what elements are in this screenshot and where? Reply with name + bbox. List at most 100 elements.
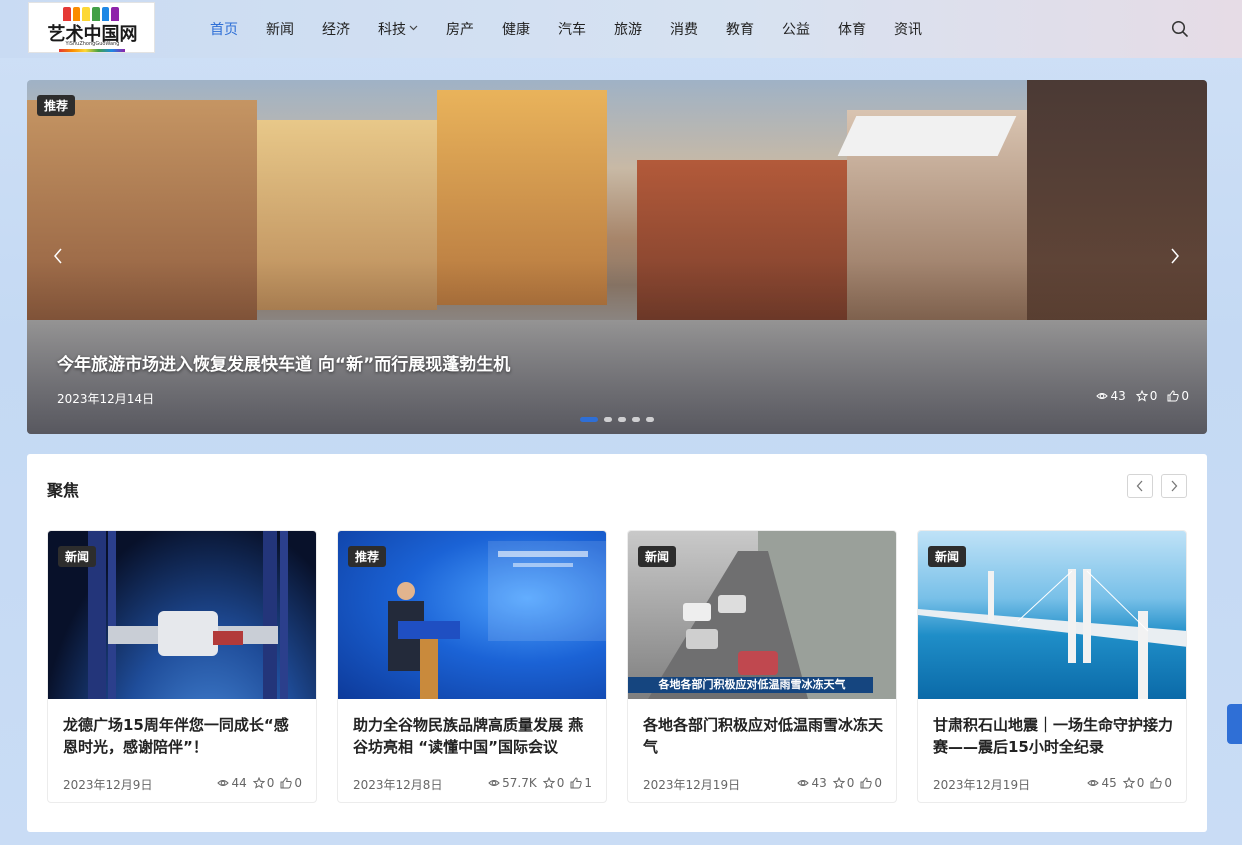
favorites-count: 0 [556,776,565,790]
slider-dots [580,417,654,422]
likes-stat[interactable]: 0 [860,776,882,790]
views-stat: 57.7K [488,776,537,790]
views-stat: 45 [1087,776,1117,790]
logo-stripe [101,7,110,21]
card-badge: 推荐 [348,546,387,567]
search-icon[interactable] [1171,20,1189,38]
nav-item-tech[interactable]: 科技 [364,0,432,58]
thumbs-up-icon [280,777,293,789]
hero-title[interactable]: 今年旅游市场进入恢复发展快车道 向“新”而行展现蓬勃生机 [57,350,510,375]
chevron-down-icon [409,24,418,34]
nav-item-travel[interactable]: 旅游 [600,0,656,58]
views-stat: 43 [797,776,827,790]
nav-label: 健康 [502,22,530,38]
slider-dot[interactable] [604,417,612,422]
favorites-stat[interactable]: 0 [542,776,565,790]
main-nav: 首页 新闻 经济 科技 房产 健康 汽车 旅游 消费 教育 公益 体育 资讯 [196,0,936,58]
card-title[interactable]: 龙德广场15周年伴您一同成长“感恩时光，感谢陪伴”！ [63,714,303,758]
news-card[interactable]: 推荐 助力全谷物民族品牌高质量发展 燕谷坊亮相 “读懂中国”国际会议 2023年… [337,530,607,803]
card-title[interactable]: 甘肃积石山地震｜一场生命守护接力赛——震后15小时全纪录 [933,714,1173,758]
news-card[interactable]: 新闻 龙德广场15周年伴您一同成长“感恩时光，感谢陪伴”！ 2023年12月9日… [47,530,317,803]
nav-item-home[interactable]: 首页 [196,0,252,58]
views-count: 44 [231,776,247,790]
hero-badge: 推荐 [37,95,76,116]
nav-label: 资讯 [894,22,922,38]
nav-label: 新闻 [266,22,294,38]
favorites-count: 0 [1149,389,1158,403]
favorites-count: 0 [1136,776,1145,790]
nav-item-education[interactable]: 教育 [712,0,768,58]
card-stats: 44 0 0 [217,776,302,790]
card-title[interactable]: 各地各部门积极应对低温雨雪冰冻天气 [643,714,883,758]
focus-prev-button[interactable] [1127,474,1153,498]
card-stats: 45 0 0 [1087,776,1172,790]
nav-item-economy[interactable]: 经济 [308,0,364,58]
nav-label: 经济 [322,22,350,38]
nav-label: 公益 [782,22,810,38]
slider-dot[interactable] [580,417,598,422]
nav-item-health[interactable]: 健康 [488,0,544,58]
hero-next-arrow-icon[interactable] [1168,248,1182,268]
nav-item-info[interactable]: 资讯 [880,0,936,58]
likes-stat[interactable]: 0 [1167,389,1189,403]
favorites-stat[interactable]: 0 [252,776,275,790]
side-float-tab[interactable] [1227,704,1242,744]
nav-label: 教育 [726,22,754,38]
news-card[interactable]: 新闻 甘肃积石山地震｜一场生命守护接力赛——震后15小时全纪录 2023年12月… [917,530,1187,803]
favorites-count: 0 [846,776,855,790]
nav-item-news[interactable]: 新闻 [252,0,308,58]
likes-count: 0 [1164,776,1172,790]
likes-stat[interactable]: 0 [280,776,302,790]
section-title: 聚焦 [47,481,80,500]
slider-dot[interactable] [646,417,654,422]
hero-date: 2023年12月14日 [57,392,155,406]
focus-section: 聚焦 新闻 龙德广场15周年伴您一同成长“感恩时光，感谢陪伴”！ 2023年12… [27,454,1207,832]
card-date: 2023年12月8日 [353,778,443,792]
slider-dot[interactable] [618,417,626,422]
nav-item-sports[interactable]: 体育 [824,0,880,58]
star-icon [1135,390,1148,402]
hero-prev-arrow-icon[interactable] [51,248,65,268]
eye-icon [797,780,810,786]
favorites-stat[interactable]: 0 [1135,389,1158,403]
logo-stripes [63,7,120,21]
nav-item-charity[interactable]: 公益 [768,0,824,58]
logo-stripe [72,7,81,21]
hero-overlay [27,260,1207,434]
likes-count: 0 [874,776,882,790]
star-icon [542,777,555,789]
nav-item-auto[interactable]: 汽车 [544,0,600,58]
slider-dot[interactable] [632,417,640,422]
eye-icon [488,780,500,786]
favorites-stat[interactable]: 0 [832,776,855,790]
nav-item-consumer[interactable]: 消费 [656,0,712,58]
favorites-count: 0 [266,776,275,790]
chevron-left-icon [1136,480,1143,492]
card-title[interactable]: 助力全谷物民族品牌高质量发展 燕谷坊亮相 “读懂中国”国际会议 [353,714,593,758]
star-icon [832,777,845,789]
logo-stripe [92,7,100,21]
video-caption: 各地各部门积极应对低温雨雪冰冻天气 [658,678,846,691]
likes-stat[interactable]: 0 [1150,776,1172,790]
focus-next-button[interactable] [1161,474,1187,498]
views-count: 57.7K [502,776,537,790]
news-card[interactable]: 各地各部门积极应对低温雨雪冰冻天气 新闻 各地各部门积极应对低温雨雪冰冻天气 2… [627,530,897,803]
nav-item-realestate[interactable]: 房产 [432,0,488,58]
logo-stripe [111,7,120,21]
nav-label: 消费 [670,22,698,38]
site-logo[interactable]: 艺术中国网 YiShuZhongGuoWang [28,2,155,53]
favorites-stat[interactable]: 0 [1122,776,1145,790]
site-header: 艺术中国网 YiShuZhongGuoWang 首页 新闻 经济 科技 房产 健… [0,0,1242,58]
views-count: 43 [1110,389,1126,403]
nav-label: 首页 [210,22,238,38]
eye-icon [217,780,230,786]
card-date: 2023年12月9日 [63,778,153,792]
card-date: 2023年12月19日 [643,778,741,792]
nav-label: 科技 [378,22,406,38]
hero-slider[interactable]: 推荐 今年旅游市场进入恢复发展快车道 向“新”而行展现蓬勃生机 2023年12月… [27,80,1207,434]
likes-stat[interactable]: 1 [570,776,592,790]
card-badge: 新闻 [58,546,97,567]
hero-image-part [837,116,1017,156]
nav-label: 房产 [446,22,474,38]
likes-count: 0 [1181,389,1189,403]
